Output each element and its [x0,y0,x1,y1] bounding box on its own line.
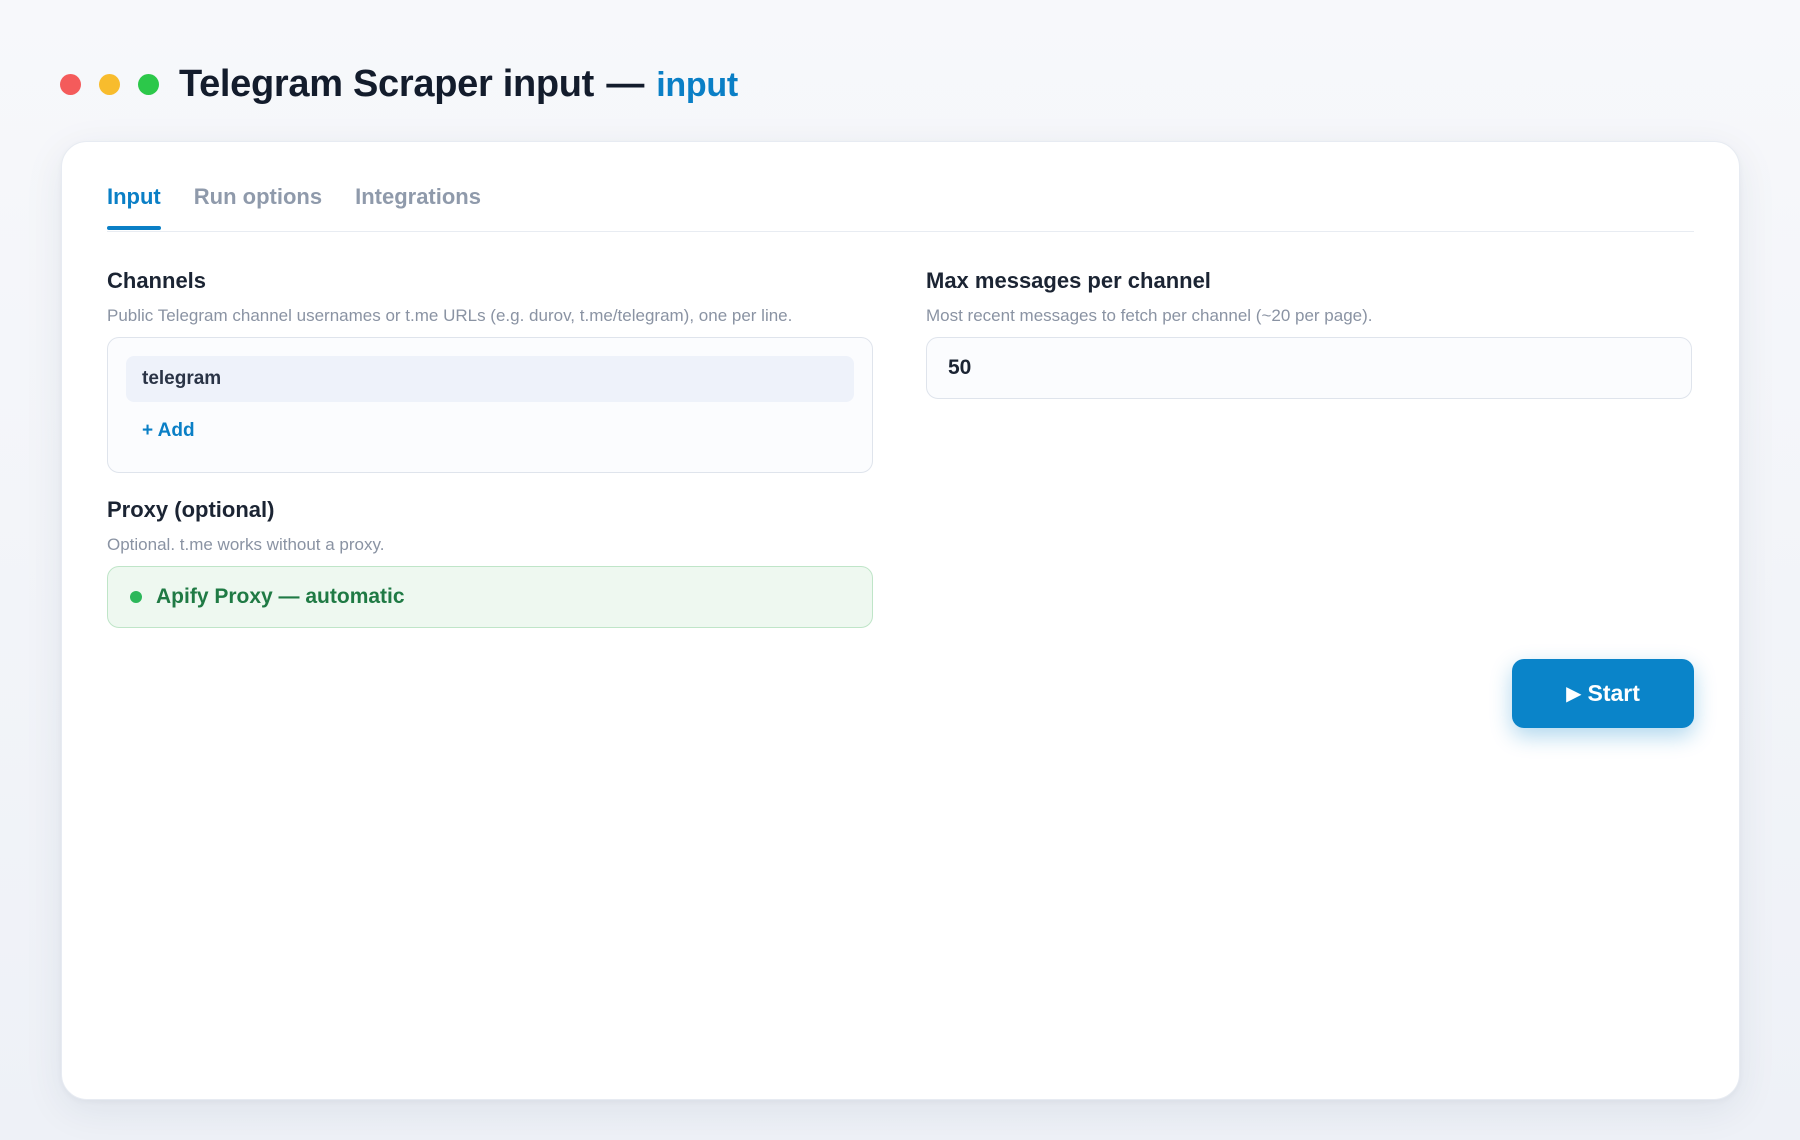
proxy-help: Optional. t.me works without a proxy. [107,535,385,554]
window-titlebar: Telegram Scraper input — input [60,58,738,110]
channels-field: Channels Public Telegram channel usernam… [107,268,873,473]
channels-label: Channels [107,268,207,293]
max-messages-input[interactable] [926,337,1692,399]
tab-run-options[interactable]: Run options [194,174,322,228]
tab-bar: Input Run options Integrations [107,174,1694,232]
proxy-field: Proxy (optional) Optional. t.me works wi… [107,497,873,628]
input-card: Input Run options Integrations Channels … [61,141,1740,1100]
maximize-window-button[interactable] [138,73,159,95]
start-button[interactable]: ▶ Start [1512,659,1694,728]
close-window-button[interactable] [60,73,81,95]
page-title-separator: — [606,62,645,105]
play-icon: ▶ [1566,683,1582,705]
add-channel-button[interactable]: + Add [126,420,195,442]
minimize-window-button[interactable] [99,73,120,95]
proxy-selector[interactable]: Apify Proxy — automatic [107,566,873,628]
page-title-suffix: input [656,65,738,104]
start-button-label: Start [1587,680,1640,706]
max-messages-field: Max messages per channel Most recent mes… [926,268,1692,399]
proxy-value: Apify Proxy — automatic [156,585,405,608]
max-messages-label: Max messages per channel [926,268,1211,293]
proxy-status-icon [130,591,142,603]
proxy-label: Proxy (optional) [107,497,275,522]
channels-help: Public Telegram channel usernames or t.m… [107,306,793,325]
page-title-main: Telegram Scraper input [179,62,595,105]
channel-item[interactable]: telegram [126,356,854,402]
tab-input[interactable]: Input [107,174,161,230]
page-title: Telegram Scraper input — input [179,63,738,106]
max-messages-help: Most recent messages to fetch per channe… [926,306,1373,325]
channels-list: telegram + Add [107,337,873,473]
tab-integrations[interactable]: Integrations [355,174,481,228]
